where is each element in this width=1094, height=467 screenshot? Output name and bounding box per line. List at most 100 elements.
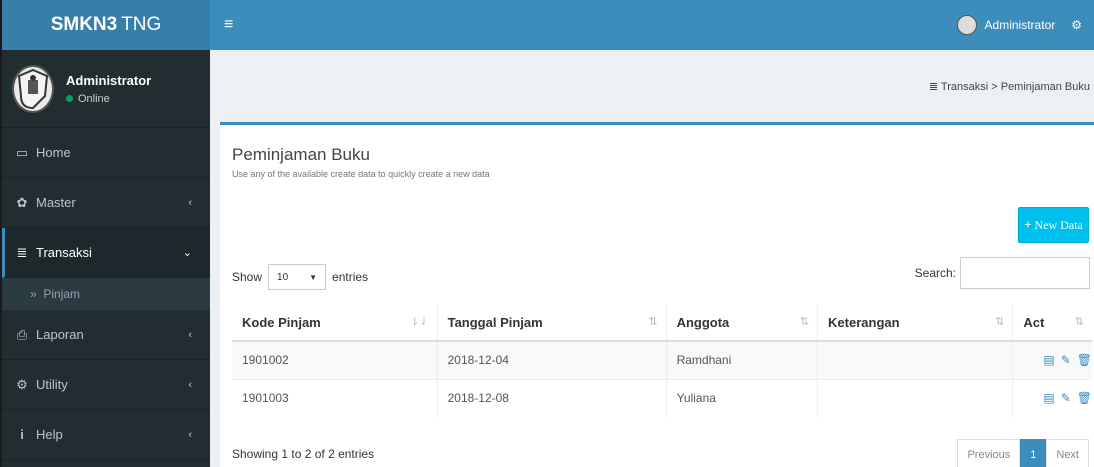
submenu-prefix-icon: » [30,287,37,301]
search-input[interactable] [960,257,1090,289]
entries-value: 10 [277,271,289,283]
cell-tanggal: 2018-12-08 [437,378,667,417]
chevron-left-icon: ‹ [188,328,192,341]
delete-icon[interactable]: 🗑 [1077,391,1092,405]
sort-icon: ⇅ [1074,316,1084,328]
header-label: Tanggal Pinjam [447,314,543,330]
cell-kode: 1901003 [232,378,438,417]
sort-icon: ⇅ [995,316,1005,328]
app-logo[interactable]: SMKN3 TNG [2,0,210,50]
edit-icon[interactable]: ✎ [1061,391,1071,405]
sidebar-item-home[interactable]: ▭ Home [2,128,210,178]
new-data-label: New Data [1034,217,1083,232]
status-label: Online [78,92,110,105]
cell-anggota: Yuliana [666,378,819,417]
list-icon: ≣ [16,244,28,260]
detail-icon[interactable]: ▤ [1043,353,1054,367]
status-badge: Online [66,93,151,105]
sidebar-item-label: Home [36,145,71,160]
user-menu[interactable]: Administrator ⚙ [956,0,1082,50]
show-label: Show [232,270,263,284]
data-table: Kode Pinjam ⇂⇃ Tanggal Pinjam ⇅ Anggota … [232,304,1092,417]
sidebar-item-master[interactable]: ✿ Master ‹ [2,178,210,228]
sort-icon: ⇅ [799,316,810,328]
entries-select[interactable]: 10 ▼ [268,264,327,290]
print-icon: ⎙ [16,326,28,342]
sidebar-user-name: Administrator [66,72,152,88]
cell-actions: ▤ ✎ 🗑 [1012,340,1092,379]
chevron-left-icon: ‹ [188,196,192,209]
cell-actions: ▤ ✎ 🗑 [1012,378,1092,417]
search-label: Search: [914,266,956,280]
submenu-label: Pinjam [43,287,81,301]
breadcrumb: ≣ Transaksi > Peminjaman Buku [929,80,1090,93]
avatar [956,15,977,35]
entries-length: Show 10 ▼ entries [232,264,368,290]
chevron-left-icon: ‹ [188,378,192,391]
column-header-anggota[interactable]: Anggota ⇅ [666,304,819,342]
table-info: Showing 1 to 2 of 2 entries [232,447,375,461]
sidebar-item-label: Help [36,427,63,442]
menu-toggle-icon[interactable]: ≡ [224,16,233,34]
gear-icon[interactable]: ⚙ [1071,18,1082,32]
chevron-left-icon: ‹ [188,428,192,441]
top-navbar: ≡ Administrator ⚙ [210,0,1094,50]
cell-keterangan [817,340,1014,379]
previous-button[interactable]: Previous [957,439,1021,467]
sidebar-item-label: Master [36,195,76,210]
brand-bold: SMKN3 [50,14,118,35]
delete-icon[interactable]: 🗑 [1077,353,1092,367]
sidebar-item-label: Utility [36,377,68,392]
pagination: Previous 1 Next [957,439,1089,467]
edit-icon[interactable]: ✎ [1061,353,1071,367]
brand-rest: TNG [121,14,162,35]
gear-icon: ✿ [16,194,28,210]
sort-asc-icon: ⇂⇃ [410,316,429,328]
page-title: Peminjaman Buku [232,145,370,164]
new-data-button[interactable]: + New Data [1018,207,1089,243]
school-emblem-icon [17,68,49,109]
sidebar-item-transaksi[interactable]: ≣ Transaksi ⌄ [2,228,210,278]
column-header-kode[interactable]: Kode Pinjam ⇂⇃ [232,304,438,342]
sidebar-item-help[interactable]: i Help ‹ [2,410,210,460]
sidebar-item-utility[interactable]: ⚙ Utility ‹ [2,360,210,410]
cell-tanggal: 2018-12-04 [437,340,667,379]
monitor-icon: ▭ [15,144,29,160]
cell-keterangan [817,378,1014,417]
list-icon: ≣ [928,81,939,93]
cogs-icon: ⚙ [16,376,28,392]
caret-down-icon: ▼ [309,272,318,282]
detail-icon[interactable]: ▤ [1043,391,1054,405]
sidebar: SMKN3 TNG Administrator Online ▭ Home ✿ … [0,0,210,467]
sidebar-subitem-pinjam[interactable]: » Pinjam [2,278,210,310]
page-subtitle: Use any of the available create data to … [232,169,490,179]
content-header: ≣ Transaksi > Peminjaman Buku [210,50,1094,122]
header-label: Keterangan [828,314,900,330]
entries-label: entries [332,270,369,284]
info-icon: i [20,427,24,442]
user-panel: Administrator Online [2,50,210,128]
cell-kode: 1901002 [232,340,438,379]
avatar [12,64,54,113]
sidebar-item-label: Transaksi [36,245,92,260]
sort-icon: ⇅ [648,316,658,328]
header-label: Kode Pinjam [242,314,321,330]
table-row: 1901003 2018-12-08 Yuliana ▤ ✎ 🗑 [232,378,1092,417]
breadcrumb-text[interactable]: Transaksi > Peminjaman Buku [941,81,1090,93]
next-button[interactable]: Next [1046,439,1089,467]
header-label: Anggota [676,314,730,330]
page-1-button[interactable]: 1 [1020,439,1047,467]
top-user-name: Administrator [984,18,1056,32]
chevron-down-icon: ⌄ [182,247,192,259]
search-box: Search: [915,257,1090,289]
cell-anggota: Ramdhani [666,340,819,379]
table-row: 1901002 2018-12-04 Ramdhani ▤ ✎ 🗑 [232,340,1092,379]
online-dot-icon [66,95,73,102]
plus-icon: + [1024,217,1032,232]
column-header-act[interactable]: Act ⇅ [1012,304,1092,342]
content-box: Peminjaman Buku Use any of the available… [220,122,1094,467]
column-header-keterangan[interactable]: Keterangan ⇅ [817,304,1014,342]
header-label: Act [1023,314,1045,330]
sidebar-item-laporan[interactable]: ⎙ Laporan ‹ [2,310,210,360]
column-header-tanggal[interactable]: Tanggal Pinjam ⇅ [437,304,667,342]
